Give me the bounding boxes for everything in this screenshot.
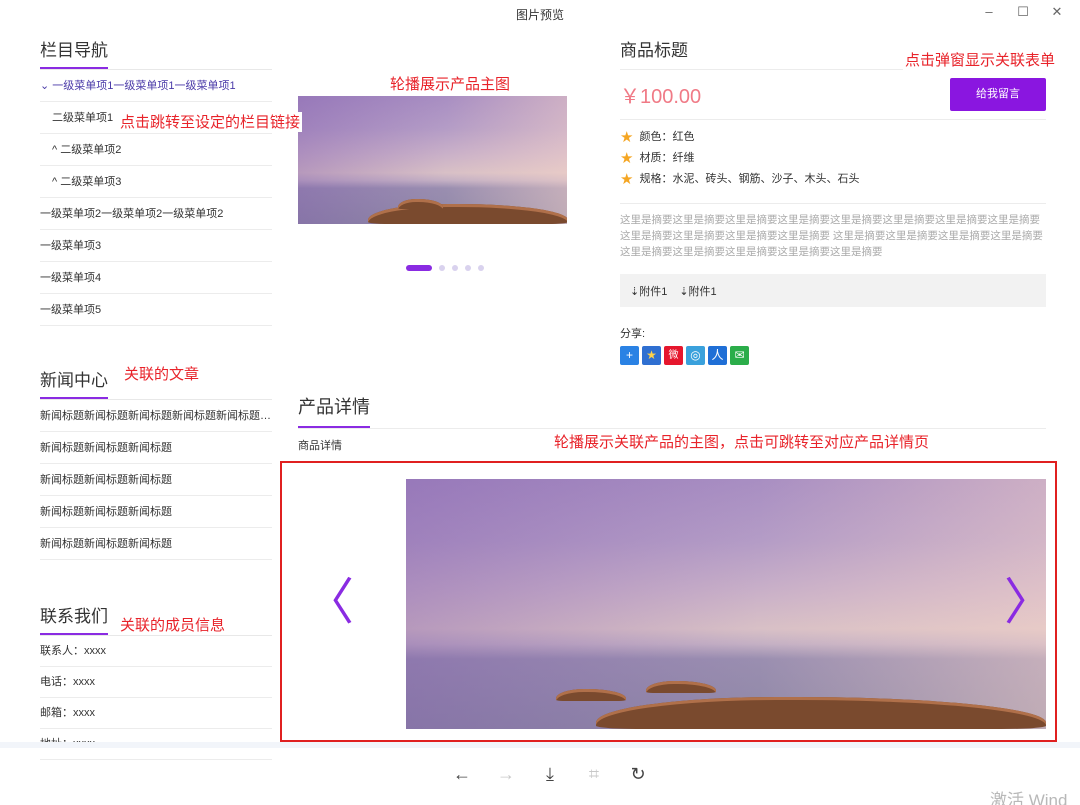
- detail-subtitle: 商品详情: [298, 440, 342, 452]
- fit-screen-icon[interactable]: ⌗: [572, 764, 616, 785]
- news-item[interactable]: 新闻标题新闻标题新闻标题: [40, 432, 272, 464]
- maximize-button[interactable]: ☐: [1006, 2, 1040, 22]
- carousel-dot[interactable]: [465, 265, 471, 271]
- product-price: ￥100.00: [620, 86, 702, 108]
- carousel-dot-active[interactable]: [406, 265, 432, 271]
- share-qzone-icon[interactable]: ★: [642, 346, 661, 365]
- forward-arrow-icon[interactable]: →: [484, 764, 528, 785]
- contact-phone: 电话：xxxx: [40, 667, 272, 698]
- annotation-popup-form: 点击弹窗显示关联表单: [903, 50, 1058, 70]
- nav-item-level1-1[interactable]: ⌄ 一级菜单项1一级菜单项1一级菜单项1: [40, 70, 272, 102]
- annotation-main-image: 轮播展示产品主图: [388, 74, 513, 94]
- contact-person: 联系人：xxxx: [40, 636, 272, 667]
- star-icon: ★: [620, 150, 634, 167]
- back-arrow-icon[interactable]: ←: [440, 764, 484, 785]
- product-info: 商品标题 ￥100.00 给我留言 ★ 颜色：红色 ★ 材质：纤维 ★ 规格：水…: [620, 30, 1046, 365]
- activation-watermark: 激活 Wind: [990, 791, 1068, 805]
- annotation-related-article: 关联的文章: [122, 364, 202, 384]
- minimize-button[interactable]: –: [972, 2, 1006, 22]
- share-renren-icon[interactable]: 人: [708, 346, 727, 365]
- detail-divider: [298, 428, 1046, 429]
- attribute-spec: ★ 规格：水泥、砖头、钢筋、沙子、木头、石头: [620, 169, 1046, 190]
- attachment-link[interactable]: ⇣附件1: [630, 283, 667, 299]
- attribute-color-text: 颜色：红色: [639, 131, 695, 143]
- product-main-image[interactable]: [298, 96, 567, 224]
- share-plus-icon[interactable]: +: [620, 346, 639, 365]
- attribute-material: ★ 材质：纤维: [620, 148, 1046, 169]
- share-wechat-icon[interactable]: ✉: [730, 346, 749, 365]
- nav-menu: ⌄ 一级菜单项1一级菜单项1一级菜单项1 二级菜单项1 ^ 二级菜单项2 ^ 二…: [40, 70, 272, 326]
- title-bar: 图片预览 – ☐ ✕: [0, 0, 1080, 30]
- nav-header: 栏目导航: [40, 36, 272, 70]
- leave-message-button[interactable]: 给我留言: [950, 78, 1046, 111]
- download-icon[interactable]: ⤓: [528, 764, 572, 785]
- carousel-dot[interactable]: [452, 265, 458, 271]
- nav-item-level2-2[interactable]: ^ 二级菜单项2: [40, 134, 272, 166]
- close-button[interactable]: ✕: [1040, 2, 1074, 22]
- preview-toolbar: ← → ⤓ ⌗ ↻: [440, 764, 660, 785]
- news-item[interactable]: 新闻标题新闻标题新闻标题: [40, 528, 272, 560]
- attribute-spec-text: 规格：水泥、砖头、钢筋、沙子、木头、石头: [639, 173, 860, 185]
- carousel-indicators: [406, 265, 491, 271]
- nav-item-level1-5[interactable]: 一级菜单项5: [40, 294, 272, 326]
- contact-title: 联系我们: [40, 602, 108, 635]
- product-title: 商品标题: [620, 41, 688, 60]
- attachments-bar: ⇣附件1 ⇣附件1: [620, 274, 1046, 307]
- share-icons: + ★ 微 ◎ 人 ✉: [620, 346, 1046, 365]
- price-row: ￥100.00 给我留言: [620, 70, 1046, 120]
- left-column: 栏目导航 ⌄ 一级菜单项1一级菜单项1一级菜单项1 二级菜单项1 ^ 二级菜单项…: [40, 30, 272, 760]
- news-item[interactable]: 新闻标题新闻标题新闻标题: [40, 464, 272, 496]
- news-item[interactable]: 新闻标题新闻标题新闻标题新闻标题新闻标题新闻标题: [40, 400, 272, 432]
- carousel-next-icon[interactable]: 〉: [1004, 577, 1054, 627]
- window-controls: – ☐ ✕: [972, 2, 1074, 22]
- product-attributes: ★ 颜色：红色 ★ 材质：纤维 ★ 规格：水泥、砖头、钢筋、沙子、木头、石头: [620, 127, 1046, 190]
- rotate-icon[interactable]: ↻: [616, 764, 660, 785]
- star-icon: ★: [620, 171, 634, 188]
- share-weibo-icon[interactable]: 微: [664, 346, 683, 365]
- news-list: 新闻标题新闻标题新闻标题新闻标题新闻标题新闻标题 新闻标题新闻标题新闻标题 新闻…: [40, 400, 272, 560]
- detail-title: 产品详情: [298, 393, 370, 428]
- share-tencent-weibo-icon[interactable]: ◎: [686, 346, 705, 365]
- nav-item-level1-3[interactable]: 一级菜单项3: [40, 230, 272, 262]
- attribute-color: ★ 颜色：红色: [620, 127, 1046, 148]
- related-product-image[interactable]: [406, 479, 1046, 729]
- news-item[interactable]: 新闻标题新闻标题新闻标题: [40, 496, 272, 528]
- bottom-band: [0, 742, 1080, 748]
- news-title: 新闻中心: [40, 366, 108, 399]
- product-summary: 这里是摘要这里是摘要这里是摘要这里是摘要这里是摘要这里是摘要这里是摘要这里是摘要…: [620, 203, 1046, 260]
- share-label: 分享:: [620, 328, 646, 340]
- contact-email: 邮箱：xxxx: [40, 698, 272, 729]
- carousel-prev-icon[interactable]: 〈: [304, 577, 354, 627]
- nav-item-level1-2[interactable]: 一级菜单项2一级菜单项2一级菜单项2: [40, 198, 272, 230]
- attachment-link[interactable]: ⇣附件1: [679, 283, 716, 299]
- star-icon: ★: [620, 129, 634, 146]
- nav-item-level2-3[interactable]: ^ 二级菜单项3: [40, 166, 272, 198]
- nav-item-level1-4[interactable]: 一级菜单项4: [40, 262, 272, 294]
- annotation-member-info: 关联的成员信息: [118, 615, 228, 635]
- annotation-nav-link: 点击跳转至设定的栏目链接: [118, 112, 303, 132]
- annotation-related-products: 轮播展示关联产品的主图，点击可跳转至对应产品详情页: [552, 432, 932, 452]
- carousel-dot[interactable]: [439, 265, 445, 271]
- carousel-dot[interactable]: [478, 265, 484, 271]
- nav-title: 栏目导航: [40, 36, 108, 69]
- window-title: 图片预览: [515, 8, 564, 22]
- attribute-material-text: 材质：纤维: [639, 152, 695, 164]
